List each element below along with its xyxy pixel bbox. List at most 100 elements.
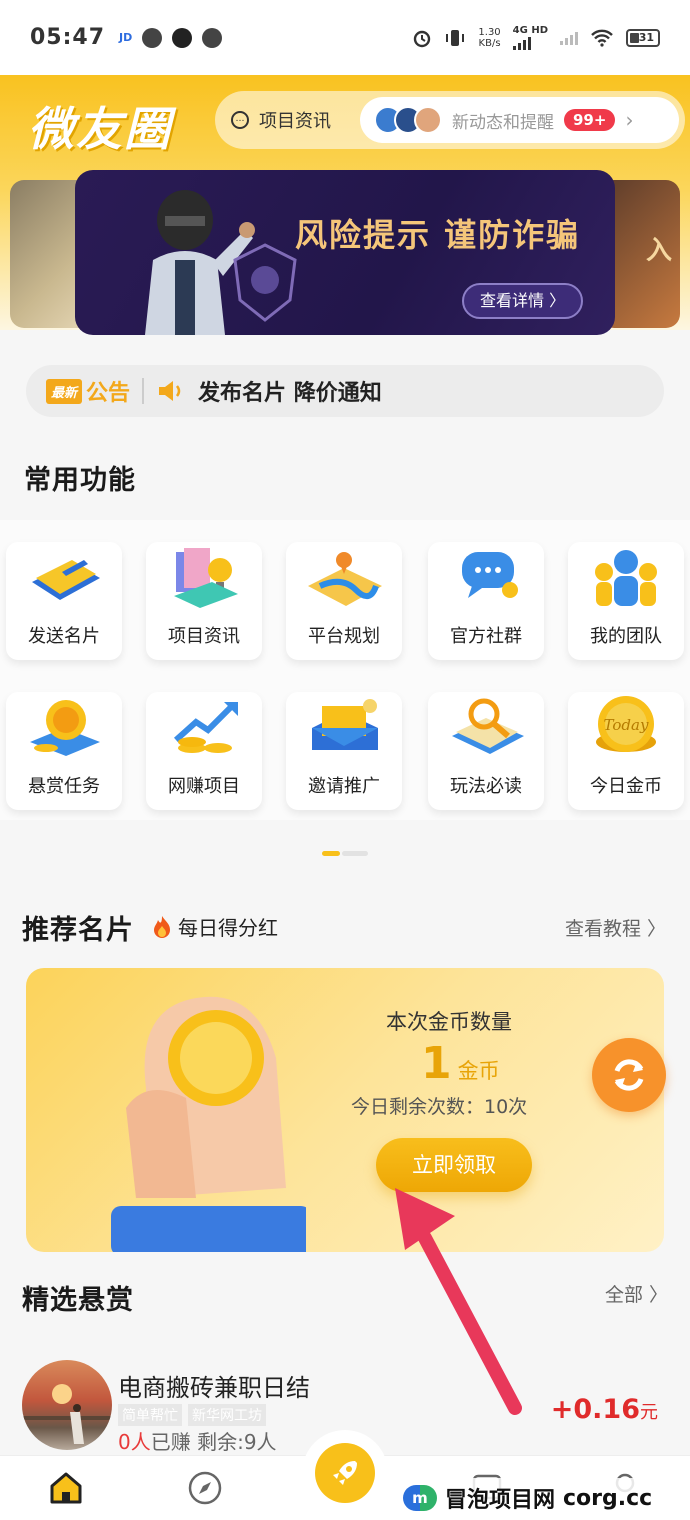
function-label: 玩法必读 <box>450 776 522 797</box>
message-icon <box>142 27 163 48</box>
compass-icon <box>188 1471 222 1505</box>
notification-icons: JD <box>119 27 223 48</box>
alarm-icon <box>414 30 431 47</box>
function-guide-read[interactable]: 玩法必读 <box>428 692 544 810</box>
fire-icon <box>154 915 170 938</box>
tab-home[interactable] <box>44 1466 88 1510</box>
task-reward-value: +0.16 <box>550 1394 640 1425</box>
recommend-subtitle-wrap: 每日得分红 <box>150 912 278 941</box>
status-bar: 05:47 JD 1.30 KB/s 4G HD 31 <box>0 0 690 75</box>
coin-count-title: 本次金币数量 <box>386 1010 512 1034</box>
watermark: m 冒泡项目网 corg.cc <box>395 1478 661 1518</box>
chat-icon: … <box>231 111 249 129</box>
network-type: 4G HD <box>512 25 548 36</box>
bounty-task-icon <box>30 700 100 756</box>
online-earning-icon <box>173 702 238 753</box>
refresh-icon <box>614 1059 644 1091</box>
platform-plan-icon <box>308 552 382 606</box>
task-earned-count: 0人 <box>118 1430 151 1454</box>
coin-amount-unit: 金币 <box>457 1059 500 1083</box>
watermark-name: 冒泡项目网 <box>445 1488 556 1513</box>
function-today-coin[interactable]: Today 今日金币 <box>568 692 684 810</box>
invite-promote-icon <box>312 699 378 750</box>
function-online-earning[interactable]: 网赚项目 <box>146 692 262 810</box>
functions-title: 常用功能 <box>24 465 136 496</box>
chevron-right-icon: › <box>625 108 634 132</box>
function-bounty-task[interactable]: 悬赏任务 <box>6 692 122 810</box>
app-logo: 微友圈 <box>28 102 172 156</box>
avatar-stack <box>374 106 442 134</box>
function-send-card[interactable]: 发送名片 <box>6 542 122 660</box>
view-all-link[interactable]: 全部 〉 <box>605 1280 668 1307</box>
qq-icon <box>172 27 193 48</box>
bounty-title: 精选悬赏 <box>22 1285 134 1316</box>
my-team-icon <box>595 550 657 606</box>
announcement-bar[interactable]: 最新 公告 发布名片 降价通知 <box>26 365 664 417</box>
function-label: 项目资讯 <box>168 626 240 647</box>
announcement-text: 发布名片 降价通知 <box>198 381 382 406</box>
function-label: 网赚项目 <box>168 776 240 797</box>
task-tag: 简单帮忙 <box>118 1404 182 1426</box>
project-news-icon <box>174 548 238 608</box>
banner-side-text: 入 <box>645 236 672 266</box>
header-pill: … 项目资讯 新动态和提醒 99+ › <box>215 91 685 149</box>
net-speed-unit: KB/s <box>478 37 501 49</box>
grid-page-indicator <box>322 851 368 856</box>
wechat-icon <box>202 27 223 48</box>
updates-label: 新动态和提醒 <box>452 112 554 133</box>
announcement-label: 公告 <box>86 381 131 406</box>
function-invite-promote[interactable]: 邀请推广 <box>286 692 402 810</box>
function-my-team[interactable]: 我的团队 <box>568 542 684 660</box>
function-official-community[interactable]: 官方社群 <box>428 542 544 660</box>
home-icon <box>50 1472 82 1504</box>
task-stats: 0人已赚 剩余:9人 <box>118 1426 277 1455</box>
task-reward: +0.16元 <box>551 1394 658 1425</box>
task-tags: 简单帮忙 新华网工坊 <box>118 1404 266 1426</box>
view-tutorial-link[interactable]: 查看教程 〉 <box>565 914 666 941</box>
battery-level: 31 <box>638 31 654 44</box>
tab-center-launch[interactable] <box>302 1430 388 1516</box>
vibrate-icon <box>446 29 465 46</box>
function-label: 平台规划 <box>308 626 380 647</box>
tab-discover[interactable] <box>183 1466 227 1510</box>
watermark-url: corg.cc <box>563 1485 653 1511</box>
hand-holding-coin-illustration <box>111 996 306 1252</box>
recommend-subtitle: 每日得分红 <box>178 916 278 940</box>
remaining-count: 今日剩余次数：10次 <box>351 1096 528 1118</box>
signal-icon-2 <box>560 31 578 45</box>
task-reward-unit: 元 <box>640 1402 658 1423</box>
watermark-logo: m <box>403 1485 437 1511</box>
function-label: 悬赏任务 <box>28 776 100 797</box>
coin-text: Today <box>604 716 649 734</box>
jd-icon: JD <box>119 31 133 44</box>
coin-claim-card: 本次金币数量 1 金币 今日剩余次数：10次 立即领取 <box>26 968 664 1252</box>
updates-button[interactable]: 新动态和提醒 99+ › <box>360 97 679 143</box>
function-label: 官方社群 <box>450 626 522 647</box>
project-news-link[interactable]: … 项目资讯 <box>215 91 360 149</box>
updates-badge: 99+ <box>564 109 616 131</box>
view-details-button[interactable]: 查看详情 〉 <box>462 283 584 319</box>
guide-read-icon <box>452 698 524 754</box>
net-speed: 1.30 KB/s <box>478 27 500 49</box>
task-remaining: 已赚 剩余:9人 <box>150 1430 277 1454</box>
send-card-icon <box>32 560 100 600</box>
battery-icon: 31 <box>626 28 660 47</box>
refresh-button[interactable] <box>592 1038 666 1112</box>
function-project-news[interactable]: 项目资讯 <box>146 542 262 660</box>
function-label: 我的团队 <box>590 626 662 647</box>
function-label: 今日金币 <box>590 776 662 797</box>
function-label: 邀请推广 <box>308 776 380 797</box>
speaker-icon <box>159 381 181 401</box>
crest-icon <box>233 243 297 322</box>
rocket-icon <box>333 1461 357 1485</box>
page-dot <box>342 851 368 856</box>
function-platform-plan[interactable]: 平台规划 <box>286 542 402 660</box>
official-community-icon <box>462 552 518 598</box>
project-news-label: 项目资讯 <box>259 111 331 132</box>
risk-banner[interactable]: 风险提示 谨防诈骗 查看详情 〉 <box>75 170 615 335</box>
task-tag: 新华网工坊 <box>188 1404 266 1426</box>
coin-amount-value: 1 <box>421 1038 452 1089</box>
system-icons: 1.30 KB/s 4G HD 31 <box>412 25 660 50</box>
annotation-arrow <box>395 1188 522 1415</box>
divider <box>142 378 145 404</box>
